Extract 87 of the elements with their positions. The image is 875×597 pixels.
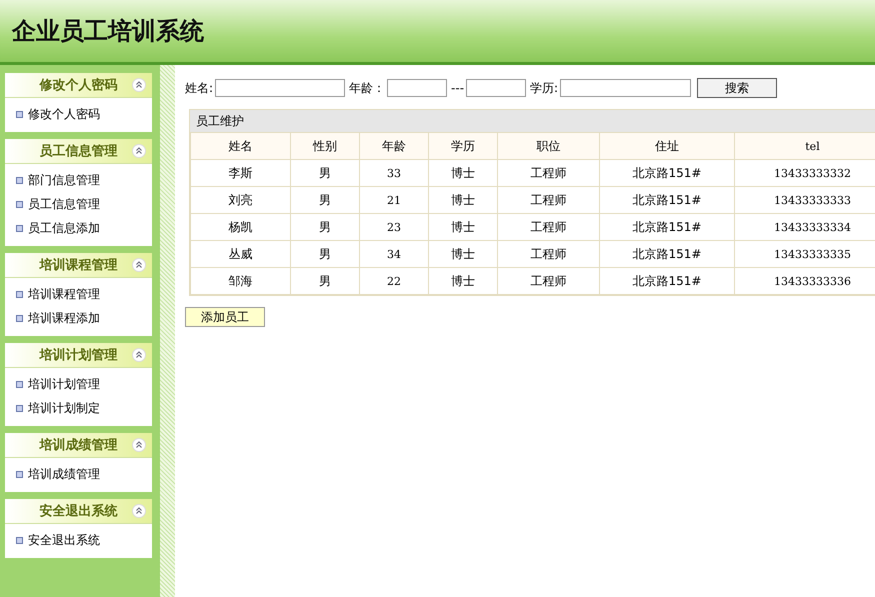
bullet-icon bbox=[16, 176, 23, 184]
section-header[interactable]: 修改个人密码 bbox=[5, 73, 152, 98]
collapse-icon[interactable] bbox=[132, 348, 146, 362]
section-title: 员工信息管理 bbox=[40, 143, 118, 160]
table-cell: 北京路151# bbox=[600, 186, 734, 214]
table-cell: 男 bbox=[290, 186, 360, 214]
bullet-icon bbox=[16, 314, 23, 322]
section-header[interactable]: 培训计划管理 bbox=[5, 343, 152, 368]
collapse-icon[interactable] bbox=[132, 144, 146, 158]
table-cell: 男 bbox=[290, 214, 360, 240]
column-header: 学历 bbox=[428, 132, 498, 160]
table-cell: 北京路151# bbox=[600, 214, 734, 240]
collapse-icon[interactable] bbox=[132, 504, 146, 518]
menu-link[interactable]: 员工信息管理 bbox=[28, 196, 100, 212]
table-caption: 员工维护 bbox=[190, 110, 875, 132]
table-cell: 北京路151# bbox=[600, 160, 734, 186]
education-label: 学历: bbox=[530, 80, 558, 96]
table-cell: 工程师 bbox=[498, 268, 600, 294]
min-age-field[interactable] bbox=[387, 79, 448, 97]
table-cell: 34 bbox=[360, 240, 428, 268]
table-cell: 博士 bbox=[428, 240, 498, 268]
table-cell: 男 bbox=[290, 160, 360, 186]
table-cell: 杨凯 bbox=[190, 214, 290, 240]
age-label: 年龄： bbox=[349, 80, 386, 96]
table-cell: 丛威 bbox=[190, 240, 290, 268]
max-age-field[interactable] bbox=[466, 79, 526, 97]
app-title: 企业员工培训系统 bbox=[12, 15, 204, 47]
table-cell: 男 bbox=[290, 240, 360, 268]
bullet-icon bbox=[16, 110, 23, 118]
section-title: 培训计划管理 bbox=[40, 346, 118, 364]
collapse-icon[interactable] bbox=[132, 78, 146, 92]
table-cell: 22 bbox=[360, 268, 428, 294]
section-title: 培训成绩管理 bbox=[40, 436, 118, 454]
bullet-icon bbox=[16, 200, 23, 208]
table-cell: 邹海 bbox=[190, 268, 290, 294]
education-field[interactable] bbox=[560, 79, 692, 97]
table-cell: 23 bbox=[360, 214, 428, 240]
bullet-icon bbox=[16, 290, 23, 298]
search-button[interactable]: 搜索 bbox=[697, 78, 778, 98]
table-cell: 男 bbox=[290, 268, 360, 294]
collapse-icon[interactable] bbox=[132, 258, 146, 272]
table-cell: 博士 bbox=[428, 214, 498, 240]
menu-link[interactable]: 安全退出系统 bbox=[28, 532, 100, 548]
table-cell: 博士 bbox=[428, 268, 498, 294]
table-cell: 工程师 bbox=[498, 160, 600, 186]
table-cell: 工程师 bbox=[498, 186, 600, 214]
table-cell: 工程师 bbox=[498, 240, 600, 268]
table-cell: 博士 bbox=[428, 160, 498, 186]
column-header: 住址 bbox=[600, 132, 734, 160]
menu-link[interactable]: 培训计划管理 bbox=[28, 376, 100, 392]
bullet-icon bbox=[16, 404, 23, 412]
section-header[interactable]: 培训成绩管理 bbox=[5, 433, 152, 458]
section-title: 修改个人密码 bbox=[40, 76, 118, 94]
table-cell: 北京路151# bbox=[600, 268, 734, 294]
bullet-icon bbox=[16, 380, 23, 388]
table-cell: 北京路151# bbox=[600, 240, 734, 268]
table-cell: 李斯 bbox=[190, 160, 290, 186]
column-header: 年龄 bbox=[360, 132, 428, 160]
section-title: 培训课程管理 bbox=[40, 256, 118, 274]
section-title: 安全退出系统 bbox=[40, 502, 118, 520]
table-cell: 21 bbox=[360, 186, 428, 214]
range-separator: --- bbox=[451, 81, 464, 95]
add-employee-button[interactable]: 添加员工 bbox=[185, 307, 265, 327]
name-field[interactable] bbox=[215, 79, 346, 97]
section-header[interactable]: 安全退出系统 bbox=[5, 499, 152, 524]
table-cell: 博士 bbox=[428, 186, 498, 214]
column-header: tel bbox=[734, 132, 875, 160]
section-header[interactable]: 员工信息管理 bbox=[5, 139, 152, 164]
column-header: 职位 bbox=[498, 132, 600, 160]
table-cell: 刘亮 bbox=[190, 186, 290, 214]
table-cell: 33 bbox=[360, 160, 428, 186]
bullet-icon bbox=[16, 536, 23, 544]
menu-link[interactable]: 培训课程管理 bbox=[28, 286, 100, 302]
section-header[interactable]: 培训课程管理 bbox=[5, 253, 152, 278]
menu-link[interactable]: 部门信息管理 bbox=[28, 172, 100, 188]
column-header: 性别 bbox=[290, 132, 360, 160]
bullet-icon bbox=[16, 470, 23, 478]
menu-link[interactable]: 修改个人密码 bbox=[28, 106, 100, 122]
column-header: 姓名 bbox=[190, 132, 290, 160]
menu-link[interactable]: 员工信息添加 bbox=[28, 220, 100, 236]
collapse-icon[interactable] bbox=[132, 438, 146, 452]
menu-link[interactable]: 培训课程添加 bbox=[28, 310, 100, 326]
menu-link[interactable]: 培训成绩管理 bbox=[28, 466, 100, 482]
name-label: 姓名: bbox=[185, 80, 214, 96]
table-cell: 工程师 bbox=[498, 214, 600, 240]
bullet-icon bbox=[16, 224, 23, 232]
menu-link[interactable]: 培训计划制定 bbox=[28, 400, 100, 416]
